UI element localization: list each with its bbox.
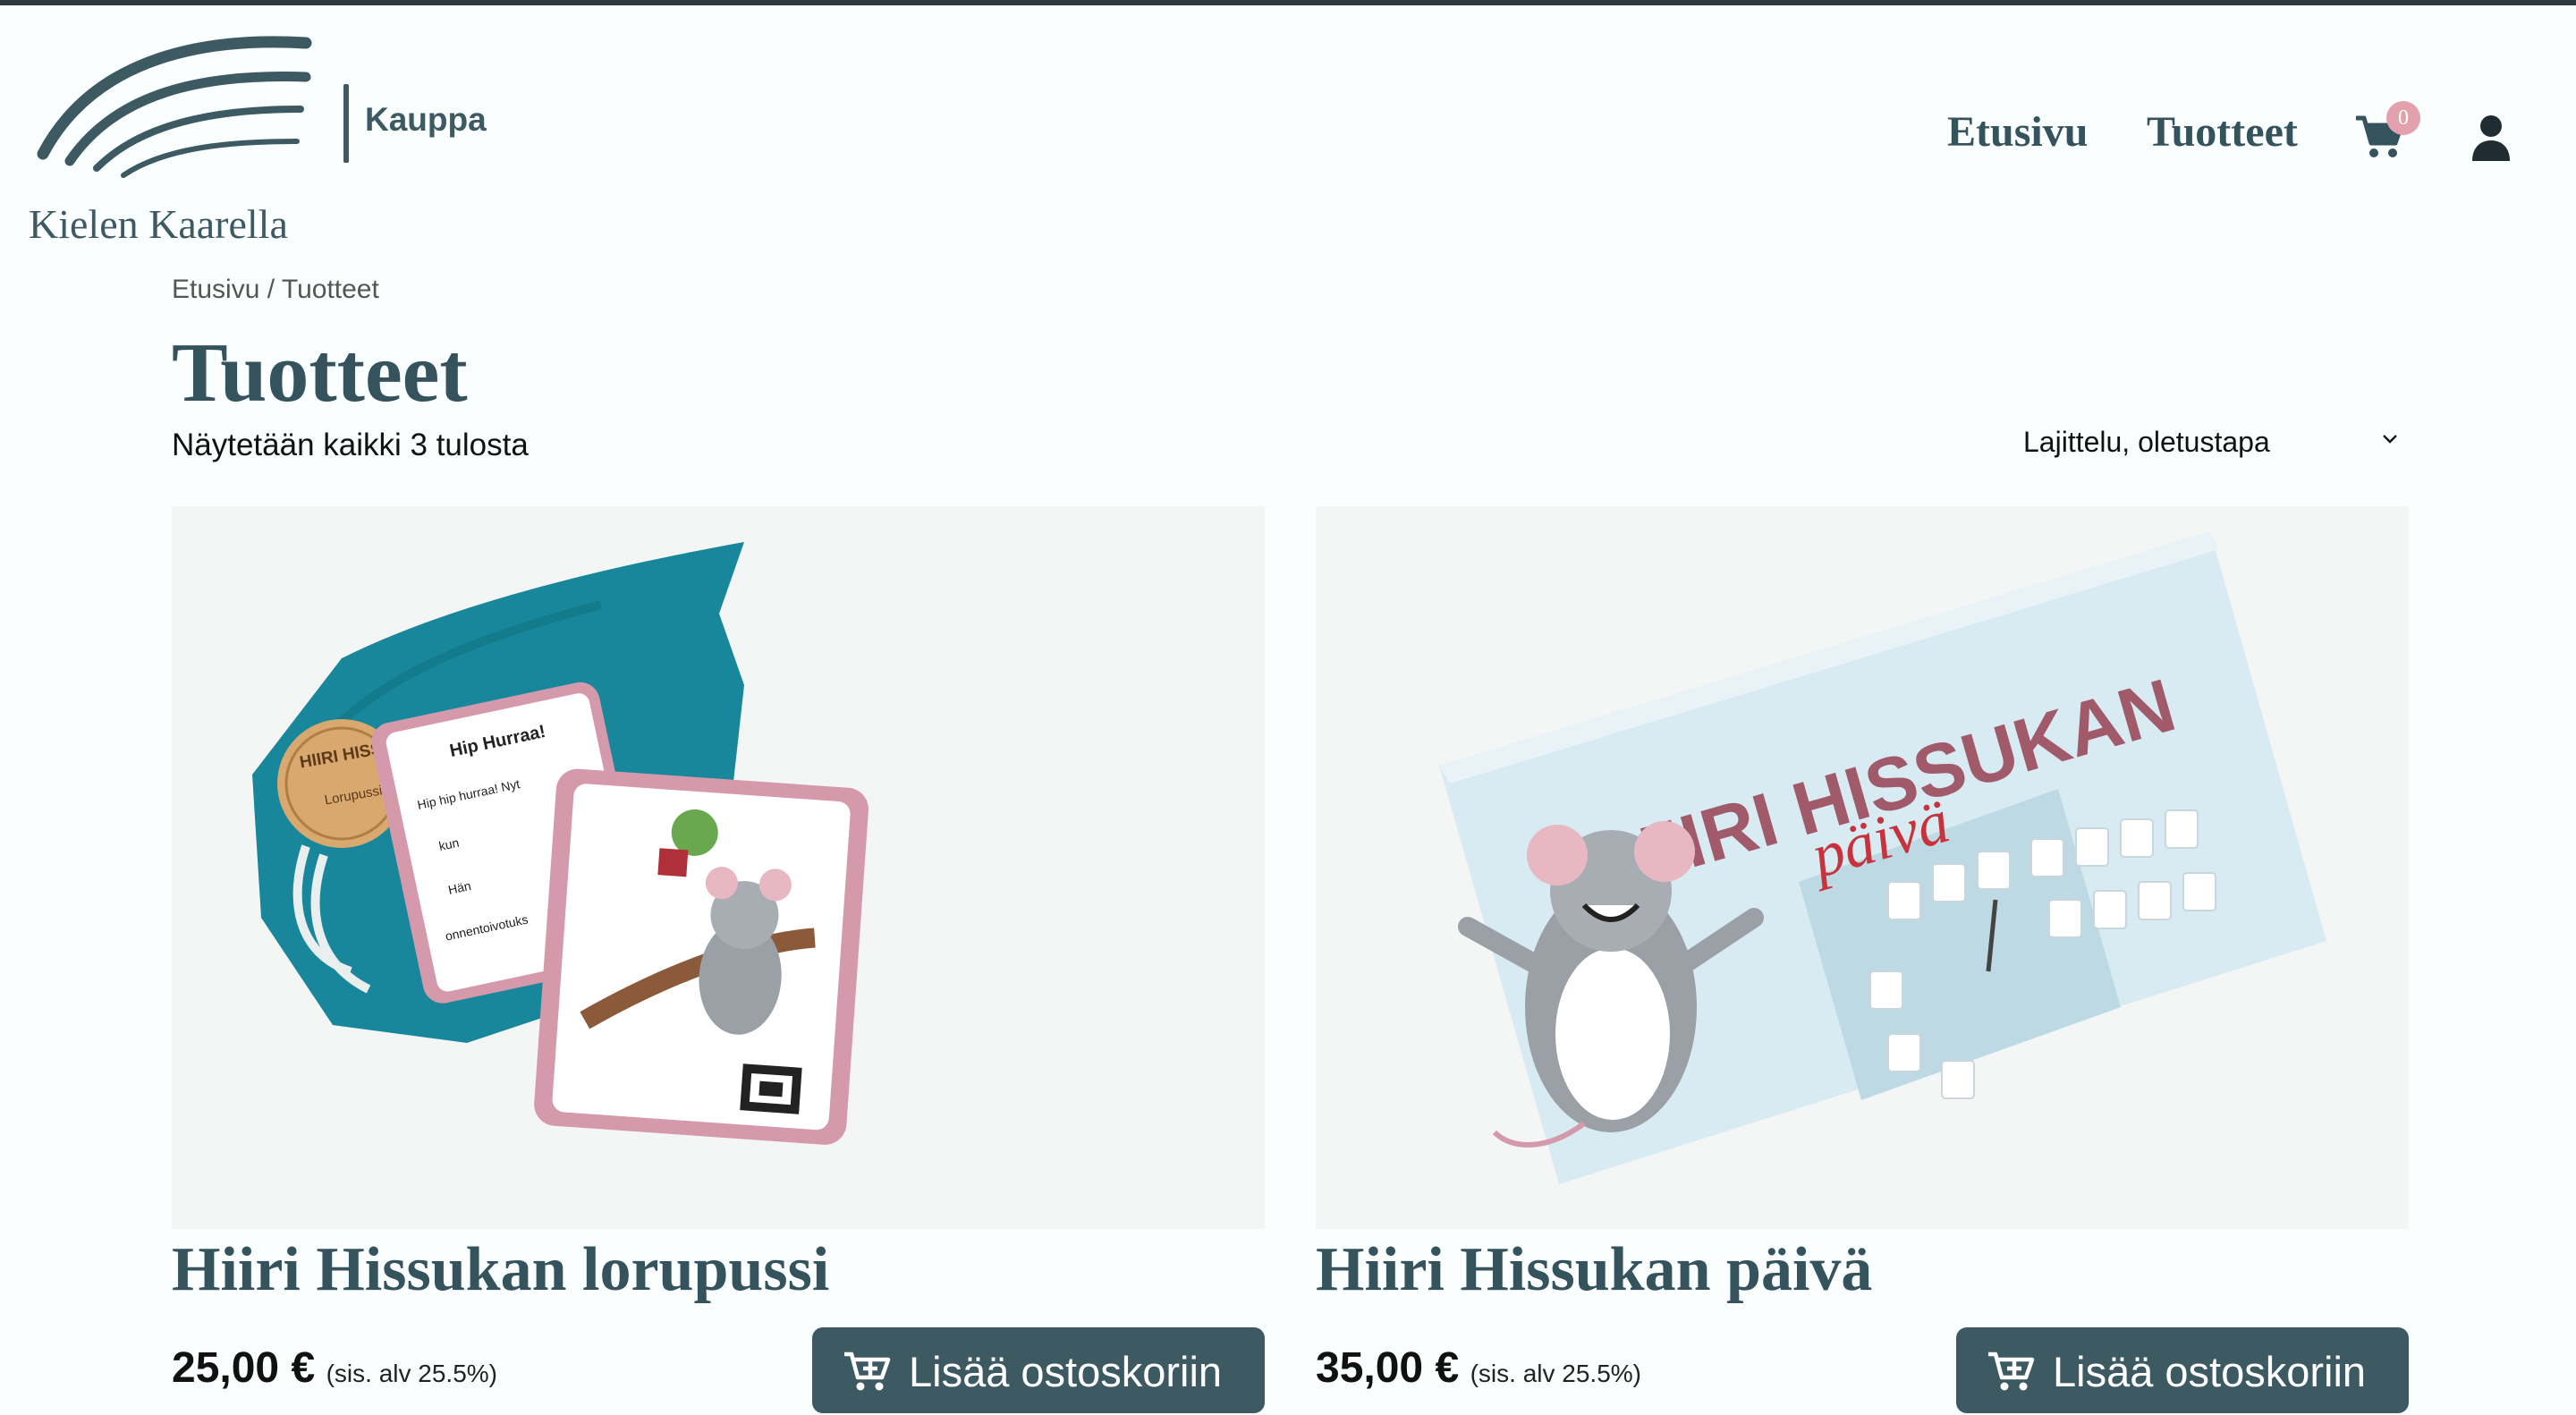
nav-link-tuotteet[interactable]: Tuotteet [2147, 107, 2298, 157]
account-button[interactable] [2470, 114, 2512, 161]
top-border [0, 0, 2576, 5]
product-photo: HIIRI HISSUKAN Lorupussi Hip Hurraa! Hip… [252, 542, 869, 1145]
add-to-cart-button[interactable]: Lisää ostoskoriin [812, 1327, 1265, 1413]
add-to-cart-label: Lisää ostoskoriin [2053, 1348, 2367, 1395]
page-title: Tuotteet [172, 326, 468, 419]
product-image-paiva[interactable]: HIIRI HISSUKAN päivä [1316, 506, 2409, 1229]
breadcrumb: Etusivu / Tuotteet [172, 275, 379, 305]
logo-divider [343, 84, 349, 163]
price-amount: 35,00 € [1316, 1344, 1460, 1392]
cart-count-badge: 0 [2386, 101, 2420, 135]
product-title[interactable]: Hiiri Hissukan lorupussi [172, 1229, 829, 1310]
product-image-lorupussi[interactable]: HIIRI HISSUKAN Lorupussi Hip Hurraa! Hip… [172, 506, 1265, 1229]
nav-link-etusivu[interactable]: Etusivu [1947, 107, 2088, 157]
add-to-cart-button[interactable]: Lisää ostoskoriin [1956, 1327, 2409, 1413]
product-title[interactable]: Hiiri Hissukan päivä [1316, 1229, 1872, 1310]
sort-selected-value: Lajittelu, oletustapa [2023, 426, 2270, 458]
chevron-down-icon [2383, 435, 2397, 444]
price: 25,00 € (sis. alv 25.5%) [172, 1343, 497, 1393]
user-icon [2472, 115, 2510, 161]
add-to-cart-label: Lisää ostoskoriin [909, 1348, 1223, 1395]
price: 35,00 € (sis. alv 25.5%) [1316, 1343, 1641, 1393]
site-logo[interactable]: Kielen Kaarella [27, 30, 322, 247]
shop-label: Kauppa [365, 101, 487, 138]
logo-arcs-icon [37, 36, 312, 178]
breadcrumb-link-home[interactable]: Etusivu [172, 275, 259, 304]
cart-plus-icon [1988, 1351, 2035, 1391]
price-vat-note: (sis. alv 25.5%) [326, 1360, 498, 1387]
logo-text: Kielen Kaarella [29, 201, 288, 247]
result-count: Näytetään kaikki 3 tulosta [172, 428, 529, 462]
product-photo: HIIRI HISSUKAN päivä [1439, 531, 2326, 1184]
breadcrumb-separator: / [259, 275, 282, 304]
sort-select[interactable]: Lajittelu, oletustapa [2012, 422, 2406, 462]
price-vat-note: (sis. alv 25.5%) [1470, 1360, 1642, 1387]
price-amount: 25,00 € [172, 1344, 316, 1392]
breadcrumb-current: Tuotteet [281, 275, 379, 304]
cart-plus-icon [844, 1351, 891, 1391]
